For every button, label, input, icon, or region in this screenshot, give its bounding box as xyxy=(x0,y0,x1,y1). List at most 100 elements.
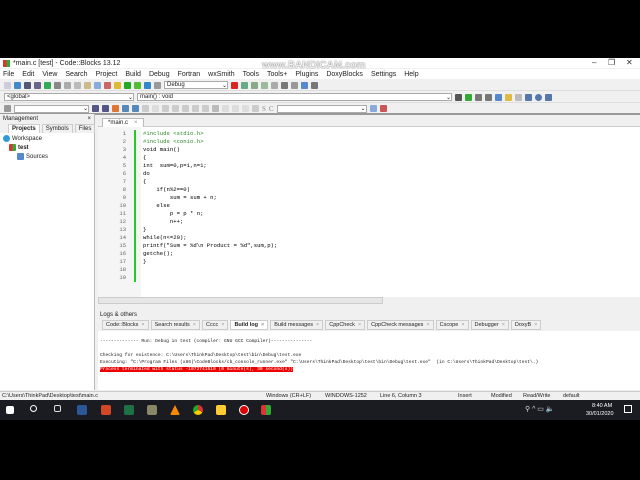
abort-icon[interactable] xyxy=(154,81,161,89)
cut-icon[interactable] xyxy=(64,81,71,89)
log-tab[interactable]: Code::Blocks × xyxy=(102,320,149,330)
image-icon[interactable] xyxy=(162,105,169,112)
clock-time[interactable]: 8:40 AM xyxy=(592,403,612,409)
find-icon[interactable] xyxy=(94,81,101,89)
undo-icon[interactable] xyxy=(44,81,51,89)
build-target-select[interactable]: Debug ⌄ xyxy=(164,81,228,89)
app-icon[interactable] xyxy=(147,405,157,415)
close-button[interactable]: ✕ xyxy=(626,58,633,67)
copy-icon[interactable] xyxy=(74,81,81,89)
excel-icon[interactable] xyxy=(124,405,134,415)
block-icon[interactable] xyxy=(172,105,179,112)
chrome-icon[interactable] xyxy=(193,405,203,415)
letter-s-button[interactable]: S xyxy=(262,105,266,113)
menu-edit[interactable]: Edit xyxy=(22,71,34,78)
goto-icon[interactable] xyxy=(465,93,472,101)
log-tab[interactable]: Search results × xyxy=(150,320,200,330)
row4-icon[interactable] xyxy=(212,105,219,112)
doxy-icon[interactable] xyxy=(495,93,502,101)
zoom-icon[interactable] xyxy=(252,105,259,112)
tree-workspace[interactable]: Workspace xyxy=(3,134,91,143)
row3-icon[interactable] xyxy=(202,105,209,112)
management-close-button[interactable]: × xyxy=(87,116,91,122)
log-tab[interactable]: CppCheck messages × xyxy=(367,320,434,330)
close-tab-icon[interactable]: × xyxy=(261,322,264,328)
function-select[interactable]: main() : void ⌄ xyxy=(137,93,452,101)
menu-doxyblocks[interactable]: DoxyBlocks xyxy=(326,71,363,78)
close-tab-icon[interactable]: × xyxy=(141,322,144,328)
build-run-icon[interactable] xyxy=(134,81,141,89)
search-icon[interactable] xyxy=(369,105,377,112)
search-icon[interactable] xyxy=(30,405,37,412)
regex-input[interactable]: ⌄ xyxy=(14,104,89,113)
replace-icon[interactable] xyxy=(104,81,111,89)
run-icon[interactable] xyxy=(124,81,131,89)
tree-sources-folder[interactable]: Sources xyxy=(3,152,91,161)
debug-run-icon[interactable] xyxy=(231,81,238,89)
tray-icons[interactable]: ⚲ ^ ▭ 🔈 xyxy=(525,405,555,413)
powerpoint-icon[interactable] xyxy=(101,405,111,415)
task-view-icon[interactable] xyxy=(54,405,61,412)
codeblocks-taskbar-icon[interactable] xyxy=(261,405,271,415)
menu-help[interactable]: Help xyxy=(404,71,418,78)
close-tab-icon[interactable]: × xyxy=(358,322,361,328)
tab-main-c[interactable]: *main.c × xyxy=(102,118,144,127)
close-tab-icon[interactable]: × xyxy=(193,322,196,328)
cursor-icon[interactable] xyxy=(142,105,149,112)
close-tab-icon[interactable]: × xyxy=(134,120,138,126)
menu-wxsmith[interactable]: wxSmith xyxy=(208,71,234,78)
back-icon[interactable] xyxy=(92,105,99,112)
tree-project[interactable]: test xyxy=(3,143,91,152)
menu-file[interactable]: File xyxy=(3,71,14,78)
log-tab[interactable]: CppCheck × xyxy=(325,320,366,330)
log-tab[interactable]: Cccc × xyxy=(202,320,229,330)
row-icon[interactable] xyxy=(182,105,189,112)
save-all-icon[interactable] xyxy=(34,81,41,89)
paste-icon[interactable] xyxy=(84,81,91,89)
debug-windows-icon[interactable] xyxy=(301,81,308,89)
close-tab-icon[interactable]: × xyxy=(316,322,319,328)
letter-c-button[interactable]: C xyxy=(269,105,274,113)
uncomment-icon[interactable] xyxy=(485,93,492,101)
close-tab-icon[interactable]: × xyxy=(221,322,224,328)
row2-icon[interactable] xyxy=(192,105,199,112)
rect-icon[interactable] xyxy=(152,105,159,112)
match-icon[interactable] xyxy=(122,105,129,112)
box3-icon[interactable] xyxy=(242,105,249,112)
prev-bookmark-icon[interactable] xyxy=(525,93,532,101)
abc-icon[interactable] xyxy=(132,105,139,112)
close-tab-icon[interactable]: × xyxy=(461,322,464,328)
symbol-search-input[interactable]: ⌄ xyxy=(276,104,367,113)
wrench-icon[interactable] xyxy=(515,93,522,101)
step-into-icon[interactable] xyxy=(261,81,268,89)
menu-build[interactable]: Build xyxy=(125,71,141,78)
run-to-cursor-icon[interactable] xyxy=(241,81,248,89)
new-file-icon[interactable] xyxy=(4,81,11,89)
jump-icon[interactable] xyxy=(455,93,462,101)
tab-projects[interactable]: Projects xyxy=(8,124,40,133)
notifications-icon[interactable] xyxy=(624,405,632,413)
log-tab[interactable]: Cscope × xyxy=(435,320,469,330)
step-out-icon[interactable] xyxy=(271,81,278,89)
menu-view[interactable]: View xyxy=(42,71,57,78)
close-tab-icon[interactable]: × xyxy=(426,322,429,328)
log-tab[interactable]: Build messages × xyxy=(270,320,324,330)
next-line-icon[interactable] xyxy=(251,81,258,89)
tab-symbols[interactable]: Symbols xyxy=(41,124,73,133)
close-tab-icon[interactable]: × xyxy=(534,322,537,328)
tool-icon[interactable] xyxy=(379,105,387,112)
maximize-button[interactable]: ❐ xyxy=(608,58,615,67)
various-info-icon[interactable] xyxy=(311,81,318,89)
file-explorer-icon[interactable] xyxy=(216,405,226,415)
log-tab[interactable]: DoxyB × xyxy=(510,320,542,330)
tab-files[interactable]: Files xyxy=(74,124,96,133)
box2-icon[interactable] xyxy=(232,105,239,112)
stop-debug-icon[interactable] xyxy=(291,81,298,89)
pause-icon[interactable] xyxy=(281,81,288,89)
menu-fortran[interactable]: Fortran xyxy=(178,71,201,78)
save-icon[interactable] xyxy=(24,81,31,89)
toggle-bookmark-icon[interactable] xyxy=(535,93,542,101)
menu-debug[interactable]: Debug xyxy=(149,71,170,78)
menu-project[interactable]: Project xyxy=(96,71,118,78)
comment-icon[interactable] xyxy=(475,93,482,101)
